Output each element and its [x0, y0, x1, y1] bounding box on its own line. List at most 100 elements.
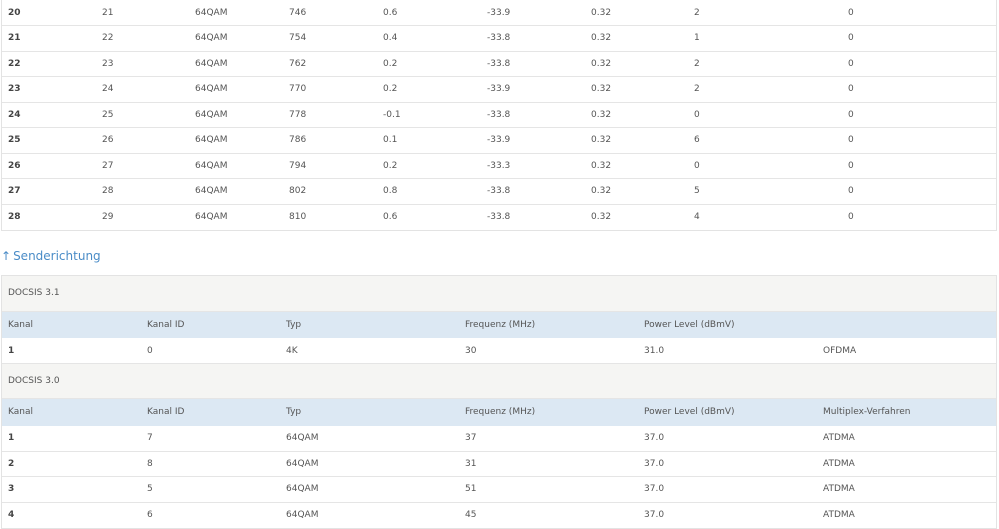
cell-typ: 64QAM	[286, 433, 319, 443]
cell-frequenz: 45	[465, 510, 477, 520]
cell-kanal-id: 25	[102, 109, 114, 120]
cell-latenz: 0.32	[591, 160, 612, 171]
cell-kanal: 24	[8, 109, 21, 120]
cell-typ: 64QAM	[195, 212, 228, 222]
cell-mse: -33.8	[487, 58, 511, 69]
column-header-power-level: Power Level (dBmV)	[644, 319, 735, 330]
cell-nicht-korrigierbar: 0	[848, 109, 854, 120]
cell-frequenz: 802	[289, 186, 307, 197]
column-header-kanal: Kanal	[8, 319, 33, 330]
cell-power-level: 37.0	[644, 433, 665, 443]
cell-korrigierbar: 5	[694, 186, 700, 197]
cell-power-level: 37.0	[644, 510, 665, 520]
arrow-up-icon: ↑	[1, 249, 12, 263]
cell-korrigierbar: 2	[694, 84, 700, 95]
docsis30-group-label: DOCSIS 3.0	[8, 376, 60, 386]
table-row: 4 6 64QAM 45 37.0 ATDMA	[2, 502, 996, 528]
cell-kanal: 27	[8, 186, 21, 197]
cell-mse: -33.8	[487, 33, 511, 44]
cell-nicht-korrigierbar: 0	[848, 7, 854, 18]
column-header-frequenz: Frequenz (MHz)	[465, 319, 536, 330]
cell-typ: 64QAM	[286, 484, 319, 495]
cell-korrigierbar: 1	[694, 33, 700, 44]
cell-kanal-id: 24	[102, 84, 114, 95]
cell-mse: -33.9	[487, 84, 511, 95]
cell-frequenz: 794	[289, 160, 307, 171]
cell-mse: -33.3	[487, 160, 511, 171]
cell-nicht-korrigierbar: 0	[848, 212, 854, 222]
cell-frequenz: 746	[289, 7, 307, 18]
upstream-heading-label: Senderichtung	[13, 249, 101, 263]
cell-kanal: 25	[8, 135, 21, 146]
upstream-table: DOCSIS 3.1 Kanal Kanal ID Typ Frequenz (…	[1, 275, 997, 529]
docsis30-header-row: Kanal Kanal ID Typ Frequenz (MHz) Power …	[2, 398, 996, 426]
cell-multiplex: ATDMA	[823, 433, 855, 443]
cell-power-level: 0.8	[383, 186, 398, 197]
upstream-table-grid: DOCSIS 3.1 Kanal Kanal ID Typ Frequenz (…	[2, 276, 996, 528]
docsis31-header-row: Kanal Kanal ID Typ Frequenz (MHz) Power …	[2, 311, 996, 338]
column-header-typ: Typ	[286, 407, 302, 418]
upstream-section-heading[interactable]: ↑ Senderichtung	[1, 249, 101, 265]
table-row: 26 27 64QAM 794 0.2 -33.3 0.32 0 0	[2, 153, 996, 179]
cell-kanal-id: 22	[102, 33, 114, 44]
cell-kanal: 4	[8, 510, 15, 520]
cell-power-level: 0.6	[383, 212, 398, 222]
cell-power-level: 0.2	[383, 58, 398, 69]
table-row: 1 7 64QAM 37 37.0 ATDMA	[2, 426, 996, 451]
cell-kanal: 2	[8, 458, 15, 469]
cell-typ: 64QAM	[195, 33, 228, 44]
cell-frequenz: 37	[465, 433, 477, 443]
cell-typ: 64QAM	[195, 186, 228, 197]
cell-kanal-id: 5	[147, 484, 153, 495]
cell-korrigierbar: 0	[694, 109, 700, 120]
cell-kanal-id: 8	[147, 458, 153, 469]
cell-multiplex: ATDMA	[823, 484, 855, 495]
cell-frequenz: 786	[289, 135, 307, 146]
column-header-multiplex: Multiplex-Verfahren	[823, 407, 911, 418]
cell-latenz: 0.32	[591, 135, 612, 146]
cell-korrigierbar: 0	[694, 160, 700, 171]
cell-kanal-id: 28	[102, 186, 114, 197]
cell-typ: 64QAM	[195, 84, 228, 95]
table-row: 2 8 64QAM 31 37.0 ATDMA	[2, 451, 996, 477]
cell-kanal: 1	[8, 433, 15, 443]
column-header-frequenz: Frequenz (MHz)	[465, 407, 536, 418]
cell-power-level: -0.1	[383, 109, 401, 120]
cell-kanal: 23	[8, 84, 21, 95]
column-header-kanal-id: Kanal ID	[147, 407, 185, 418]
cell-mse: -33.8	[487, 212, 511, 222]
docsis31-group-label: DOCSIS 3.1	[8, 288, 60, 299]
table-row: 3 5 64QAM 51 37.0 ATDMA	[2, 477, 996, 502]
cell-typ: 64QAM	[195, 109, 228, 120]
table-row: 28 29 64QAM 810 0.6 -33.8 0.32 4 0	[2, 204, 996, 230]
cell-typ: 64QAM	[195, 58, 228, 69]
cell-kanal: 22	[8, 58, 21, 69]
cell-frequenz: 810	[289, 212, 307, 222]
cell-nicht-korrigierbar: 0	[848, 160, 854, 171]
cell-mse: -33.9	[487, 135, 511, 146]
cell-mse: -33.8	[487, 186, 511, 197]
cell-multiplex: ATDMA	[823, 510, 855, 520]
table-row: 23 24 64QAM 770 0.2 -33.9 0.32 2 0	[2, 77, 996, 102]
cell-latenz: 0.32	[591, 58, 612, 69]
cell-nicht-korrigierbar: 0	[848, 186, 854, 197]
cell-kanal-id: 21	[102, 7, 114, 18]
cell-power-level: 0.6	[383, 7, 398, 18]
cell-typ: 64QAM	[286, 458, 319, 469]
column-header-typ: Typ	[286, 319, 302, 330]
cell-kanal-id: 7	[147, 433, 153, 443]
cell-nicht-korrigierbar: 0	[848, 33, 854, 44]
cell-mse: -33.9	[487, 7, 511, 18]
cell-latenz: 0.32	[591, 84, 612, 95]
cell-power-level: 0.2	[383, 84, 398, 95]
cell-nicht-korrigierbar: 0	[848, 58, 854, 69]
cell-latenz: 0.32	[591, 33, 612, 44]
cell-latenz: 0.32	[591, 109, 612, 120]
cell-power-level: 37.0	[644, 484, 665, 495]
cell-power-level: 0.2	[383, 160, 398, 171]
cell-kanal: 28	[8, 212, 21, 222]
docsis31-group-row: DOCSIS 3.1	[2, 276, 996, 311]
cell-korrigierbar: 2	[694, 58, 700, 69]
cell-kanal-id: 23	[102, 58, 114, 69]
cell-kanal-id: 26	[102, 135, 114, 146]
